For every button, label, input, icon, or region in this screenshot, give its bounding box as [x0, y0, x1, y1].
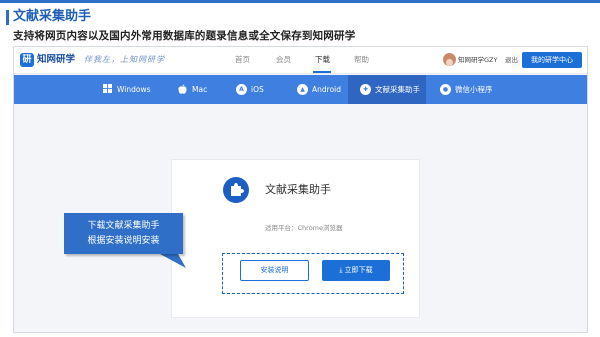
instruction-callout: 下载文献采集助手 根据安装说明安装 [64, 213, 183, 254]
callout-line-1: 下载文献采集助手 [87, 221, 160, 231]
callout-pointer [160, 254, 186, 268]
callout-line-2: 根据安装说明安装 [87, 236, 160, 246]
